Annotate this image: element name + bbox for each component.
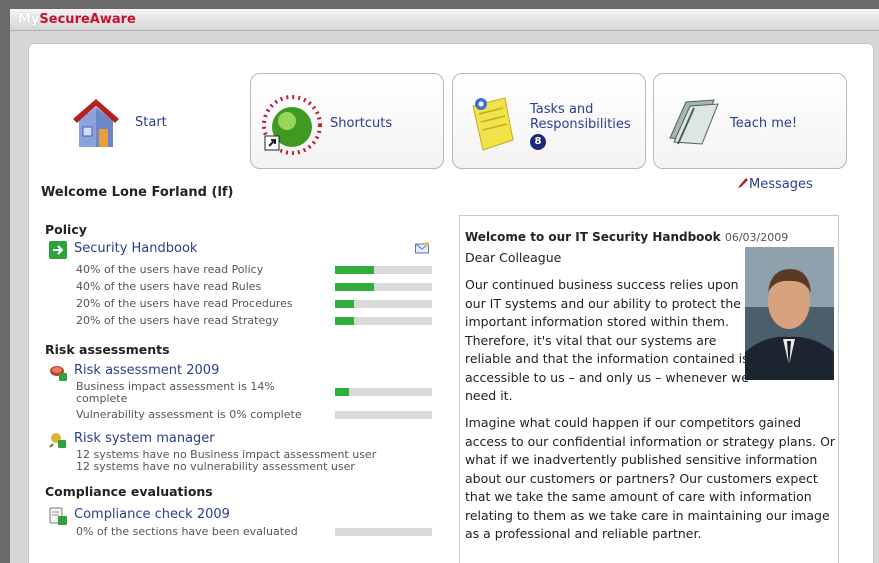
policy-stat-0: 40% of the users have read Policy <box>76 263 264 276</box>
compliance-progress <box>335 528 432 536</box>
security-handbook-link[interactable]: Security Handbook <box>74 241 197 256</box>
policy-stat-1: 40% of the users have read Rules <box>76 280 262 293</box>
risk-assessment-icon <box>50 366 67 381</box>
house-icon <box>73 99 119 147</box>
risk-heading: Risk assessments <box>45 342 170 357</box>
messages-label: Messages <box>749 177 813 192</box>
policy-progress-1 <box>335 283 432 291</box>
article-greeting: Dear Colleague <box>465 250 562 265</box>
compliance-check-link[interactable]: Compliance check 2009 <box>74 507 230 522</box>
title-bar: MySecureAware <box>10 9 879 31</box>
messages-link[interactable]: Messages <box>737 177 813 192</box>
compliance-stat: 0% of the sections have been evaluated <box>76 525 298 538</box>
compliance-icon <box>49 507 67 525</box>
nav-tasks-label-line2: Responsibilities <box>530 117 631 132</box>
vulnerability-stat: Vulnerability assessment is 0% complete <box>76 408 302 421</box>
window-frame: MySecureAware Start Shortcuts Tasks and … <box>0 0 879 563</box>
author-photo <box>745 247 834 380</box>
risk-system-manager-link[interactable]: Risk system manager <box>74 431 215 446</box>
nav-tasks[interactable]: Tasks and Responsibilities 8 <box>452 73 646 169</box>
policy-heading: Policy <box>45 222 87 237</box>
article-paragraph-1: Our continued business success relies up… <box>465 277 749 403</box>
nav-teach-label: Teach me! <box>730 116 798 131</box>
risk-manager-icon <box>49 433 66 448</box>
tasks-count-badge: 8 <box>530 134 546 150</box>
article-title: Welcome to our IT Security Handbook 06/0… <box>465 230 788 244</box>
article-title-text: Welcome to our IT Security Handbook <box>465 230 721 244</box>
policy-progress-0 <box>335 266 432 274</box>
nav-start-label: Start <box>135 115 167 130</box>
pencil-icon <box>738 178 748 188</box>
notepad-icon <box>472 97 514 151</box>
app-title-prefix: My <box>18 12 40 27</box>
policy-stat-3: 20% of the users have read Strategy <box>76 314 279 327</box>
nav-teach[interactable]: Teach me! <box>653 73 847 169</box>
business-impact-progress <box>335 388 432 396</box>
mail-icon[interactable] <box>415 242 429 254</box>
content-area: Start Shortcuts Tasks and Responsibiliti… <box>10 31 879 563</box>
business-impact-stat-line2: complete <box>76 392 128 405</box>
app-title-suffix: SecureAware <box>39 12 136 27</box>
book-icon <box>669 99 719 145</box>
nav-shortcuts[interactable]: Shortcuts <box>250 73 444 169</box>
globe-shortcut-icon <box>262 95 322 155</box>
policy-progress-3 <box>335 317 432 325</box>
nav-shortcuts-label: Shortcuts <box>330 116 393 131</box>
policy-stat-2: 20% of the users have read Procedures <box>76 297 293 310</box>
policy-progress-2 <box>335 300 432 308</box>
welcome-heading: Welcome Lone Forland (lf) <box>41 185 234 200</box>
manager-note-line2: 12 systems have no vulnerability assessm… <box>76 460 355 473</box>
article-paragraph-2: Imagine what could happen if our competi… <box>465 415 836 541</box>
risk-assessment-link[interactable]: Risk assessment 2009 <box>74 363 219 378</box>
handbook-article: Welcome to our IT Security Handbook 06/0… <box>459 215 839 563</box>
main-panel: Start Shortcuts Tasks and Responsibiliti… <box>28 43 874 563</box>
portrait-image <box>745 247 834 380</box>
dashboard-left-column: Policy Security Handbook 40% of the user… <box>45 222 445 563</box>
compliance-heading: Compliance evaluations <box>45 484 213 499</box>
arrow-right-icon <box>49 241 67 259</box>
nav-start[interactable]: Start <box>49 73 249 169</box>
vulnerability-progress <box>335 411 432 419</box>
article-date: 06/03/2009 <box>724 231 789 244</box>
nav-tasks-label-line1: Tasks and <box>530 102 594 117</box>
app-title: MySecureAware <box>18 12 136 27</box>
